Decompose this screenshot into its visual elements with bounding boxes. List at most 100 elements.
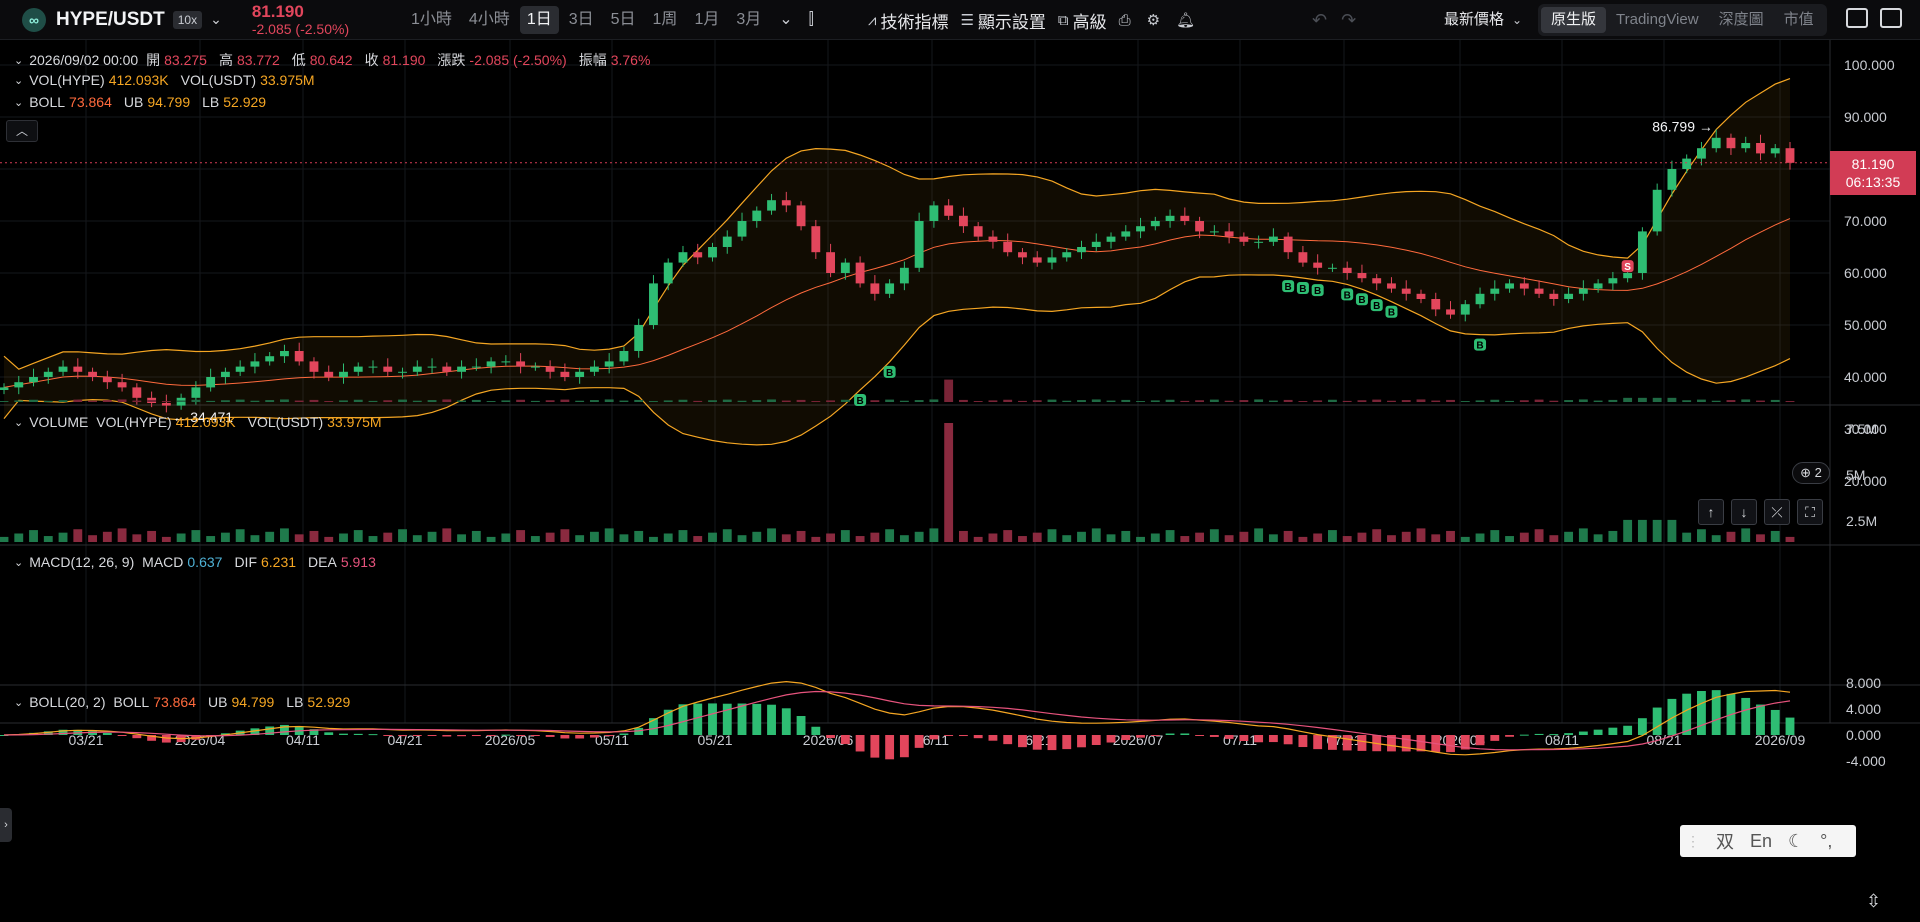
punctuation-icon[interactable]: °, <box>1820 831 1832 852</box>
macd-histogram-bar <box>1209 735 1219 737</box>
chart-canvas[interactable]: 100.00090.00080.00070.00060.00050.00040.… <box>0 40 1920 922</box>
chevron-down-icon[interactable]: ⌄ <box>14 54 23 67</box>
volume-bar <box>988 533 998 542</box>
volume-bar <box>929 528 939 542</box>
interval-4h[interactable]: 4小時 <box>462 6 517 34</box>
macd-axis-label: 8.000 <box>1846 675 1881 691</box>
price-axis-label: 50.000 <box>1844 317 1887 333</box>
chevron-down-icon[interactable]: ⌄ <box>210 11 222 28</box>
undo-icon[interactable]: ↶ <box>1305 6 1334 34</box>
price-axis-label: 40.000 <box>1844 369 1887 385</box>
display-settings-button[interactable]: ☰ 顯示設置 <box>954 6 1051 34</box>
view-depth[interactable]: 深度圖 <box>1709 7 1774 33</box>
chevron-down-icon[interactable]: ⌄ <box>14 74 23 87</box>
candle-body <box>1785 148 1795 163</box>
macd-histogram-bar <box>1446 735 1455 753</box>
ime-mode[interactable]: 双 <box>1716 828 1734 854</box>
macd-histogram-bar <box>693 703 703 735</box>
volume-bar <box>737 535 747 542</box>
volume-bar <box>752 531 762 542</box>
settings-button[interactable]: ⚙ <box>1141 6 1170 34</box>
candle-body <box>117 382 127 388</box>
boll-label: BOLL <box>29 94 66 110</box>
overlay-volume-bar <box>1578 399 1588 402</box>
volume-bar <box>516 530 526 542</box>
chevron-down-icon[interactable]: ⌄ <box>14 96 23 109</box>
moon-icon[interactable]: ☾ <box>1788 831 1804 852</box>
candle-body <box>353 366 363 372</box>
boll-pane-title: BOLL(20, 2) <box>29 694 106 710</box>
pair-selector[interactable]: ∞ HYPE/USDT 10x ⌄ <box>0 0 222 40</box>
candle-type-icon[interactable]: ⫿ <box>801 6 822 34</box>
volume-title: VOLUME <box>29 414 89 430</box>
move-up-icon[interactable]: ↑ <box>1698 499 1724 525</box>
fullscreen-icon[interactable] <box>1880 8 1902 28</box>
candle-body <box>1121 231 1131 237</box>
candle-body <box>840 262 850 273</box>
chevron-down-icon[interactable]: ⌄ <box>14 416 23 429</box>
overlay-volume-bar <box>235 399 245 402</box>
macd-histogram-bar <box>870 735 880 758</box>
redo-icon[interactable]: ↷ <box>1334 6 1363 34</box>
chevron-down-icon[interactable]: ⌄ <box>14 696 23 709</box>
drag-handle-icon[interactable]: ⋮ <box>1686 833 1700 850</box>
macd-histogram-bar <box>1652 707 1662 735</box>
view-native[interactable]: 原生版 <box>1541 7 1607 33</box>
overlay-volume-bar <box>486 401 496 402</box>
interval-1h[interactable]: 1小時 <box>404 6 459 34</box>
collapse-legend-button[interactable]: ︿ <box>6 120 38 142</box>
change-label: 漲跌 <box>437 52 466 68</box>
more-intervals-chevron-icon[interactable]: ⌄ <box>771 6 800 34</box>
volume-bar <box>1564 531 1574 542</box>
overlay-volume-bar <box>1003 399 1013 402</box>
candle-body <box>708 247 717 258</box>
indicators-button[interactable]: ⩘ 技術指標 <box>862 6 954 34</box>
legend-date: 2026/09/02 00:00 <box>29 52 139 68</box>
volume-bar <box>604 528 614 542</box>
interval-3d[interactable]: 3日 <box>562 6 601 34</box>
volume-bar <box>339 533 348 542</box>
move-down-icon[interactable]: ↓ <box>1731 499 1757 525</box>
view-marketcap[interactable]: 市值 <box>1774 7 1824 33</box>
events-badge[interactable]: ⊕ 2 <box>1792 462 1830 484</box>
candle-body <box>1490 288 1500 294</box>
ub-label: UB <box>123 94 144 110</box>
macd-histogram-bar <box>339 733 348 735</box>
macd-histogram-bar <box>1077 735 1086 748</box>
view-tradingview[interactable]: TradingView <box>1606 7 1709 33</box>
chart-area[interactable]: 100.00090.00080.00070.00060.00050.00040.… <box>0 40 1920 922</box>
screenshot-button[interactable]: ⎙ <box>1113 6 1141 34</box>
volume-bar <box>634 530 644 542</box>
volume-bar <box>250 535 260 542</box>
candle-body <box>575 371 585 377</box>
alert-button[interactable]: 🔔︎ <box>1170 6 1205 34</box>
volume-bar <box>206 536 216 542</box>
price-type-select[interactable]: 最新價格 ⌄ <box>1444 6 1522 34</box>
macd-histogram-bar <box>1490 735 1500 741</box>
expand-left-icon[interactable]: › <box>0 808 12 842</box>
interval-1w[interactable]: 1周 <box>646 6 685 34</box>
interval-5d[interactable]: 5日 <box>604 6 643 34</box>
candle-body <box>1667 169 1677 190</box>
collapse-pane-icon[interactable]: ⤫ <box>1764 499 1790 525</box>
candle-body <box>1283 236 1293 253</box>
layout-icon[interactable] <box>1846 8 1868 28</box>
volume-bar <box>161 536 171 542</box>
overlay-volume-bar <box>1387 400 1396 402</box>
chevron-down-icon[interactable]: ⌄ <box>14 556 23 569</box>
macd-histogram-bar <box>604 735 614 737</box>
volume-bar <box>678 530 688 542</box>
ime-lang[interactable]: En <box>1750 831 1772 852</box>
maximize-pane-icon[interactable]: ⛶ <box>1797 499 1823 525</box>
volume-bar <box>1608 530 1618 542</box>
auto-scale-icon[interactable]: ⇳ <box>1866 891 1881 912</box>
low-value: 80.642 <box>309 52 353 68</box>
macd-histogram-bar <box>161 735 171 743</box>
interval-1m[interactable]: 1月 <box>687 6 726 34</box>
interval-1d[interactable]: 1日 <box>519 6 559 34</box>
advanced-button[interactable]: ⧉ 高級 <box>1052 6 1113 34</box>
candle-body <box>1460 304 1470 315</box>
overlay-volume-bar <box>1342 400 1352 402</box>
candle-body <box>309 361 319 372</box>
interval-3m[interactable]: 3月 <box>729 6 768 34</box>
